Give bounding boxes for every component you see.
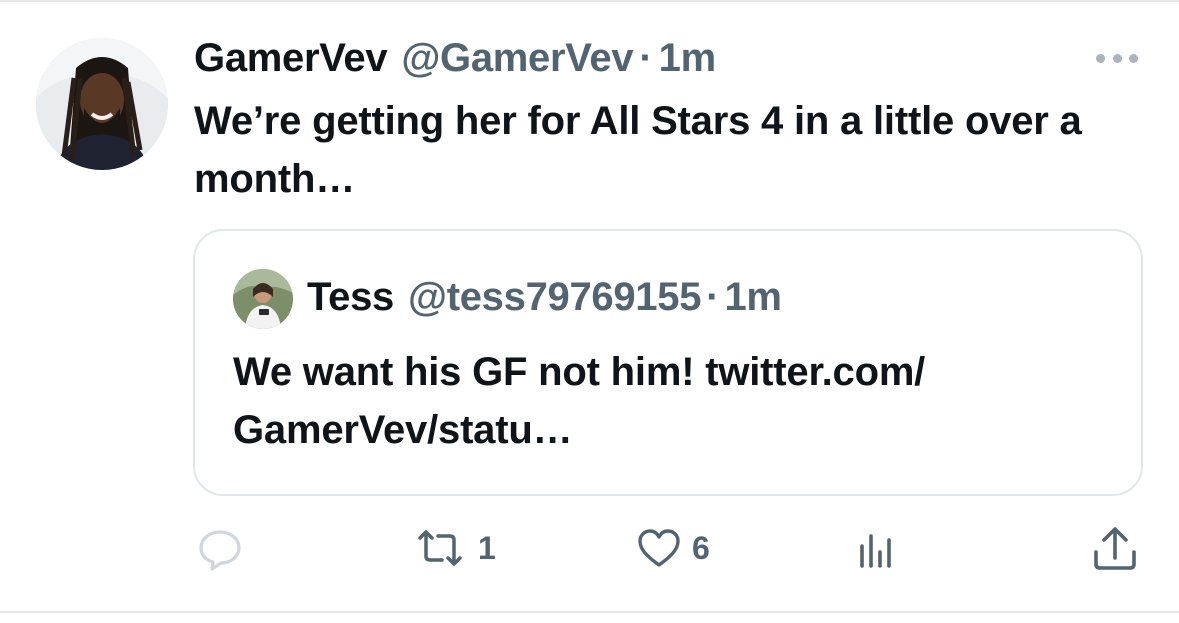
like-button[interactable]: 6 xyxy=(636,520,710,576)
quoted-header-separator: · xyxy=(706,275,720,319)
quoted-author-display-name[interactable]: Tess xyxy=(307,275,394,320)
quoted-tweet-timestamp[interactable]: 1m xyxy=(724,275,782,320)
tweet-action-bar: 1 6 xyxy=(0,520,1179,576)
tweet-timestamp[interactable]: 1m xyxy=(659,36,717,81)
author-handle[interactable]: @GamerVev xyxy=(401,36,633,81)
quoted-tweet-text: We want his GF not him! twitter.com/ Gam… xyxy=(233,350,926,452)
retweet-button[interactable]: 1 xyxy=(412,520,496,576)
more-dot xyxy=(1112,53,1122,63)
top-divider xyxy=(0,0,1179,2)
bottom-divider xyxy=(0,611,1179,613)
like-count: 6 xyxy=(692,529,710,566)
quoted-author-avatar[interactable] xyxy=(233,269,293,329)
more-options-icon[interactable] xyxy=(1092,48,1142,68)
tweet-header: GamerVev @GamerVev · 1m xyxy=(194,36,716,84)
views-bar-chart-icon xyxy=(860,534,891,568)
reply-button[interactable] xyxy=(196,520,244,576)
retweet-count: 1 xyxy=(478,529,496,566)
share-upload-icon xyxy=(1094,527,1136,570)
header-separator: · xyxy=(639,36,653,80)
share-button[interactable] xyxy=(1090,520,1140,576)
quoted-tweet-card[interactable]: Tess @tess79769155 · 1m We want his GF n… xyxy=(193,229,1143,496)
quoted-author-handle[interactable]: @tess79769155 xyxy=(408,275,701,320)
author-display-name[interactable]: GamerVev xyxy=(194,36,388,81)
more-dot xyxy=(1129,53,1138,63)
reply-bubble-icon xyxy=(199,530,241,571)
retweet-icon xyxy=(418,530,462,566)
quoted-tweet-header: Tess @tess79769155 · 1m xyxy=(307,275,782,320)
views-button[interactable] xyxy=(856,520,900,576)
heart-icon xyxy=(638,529,680,567)
more-dot xyxy=(1096,53,1105,63)
tweet-text: We’re getting her for All Stars 4 in a l… xyxy=(194,99,1082,201)
author-avatar[interactable] xyxy=(36,38,168,170)
